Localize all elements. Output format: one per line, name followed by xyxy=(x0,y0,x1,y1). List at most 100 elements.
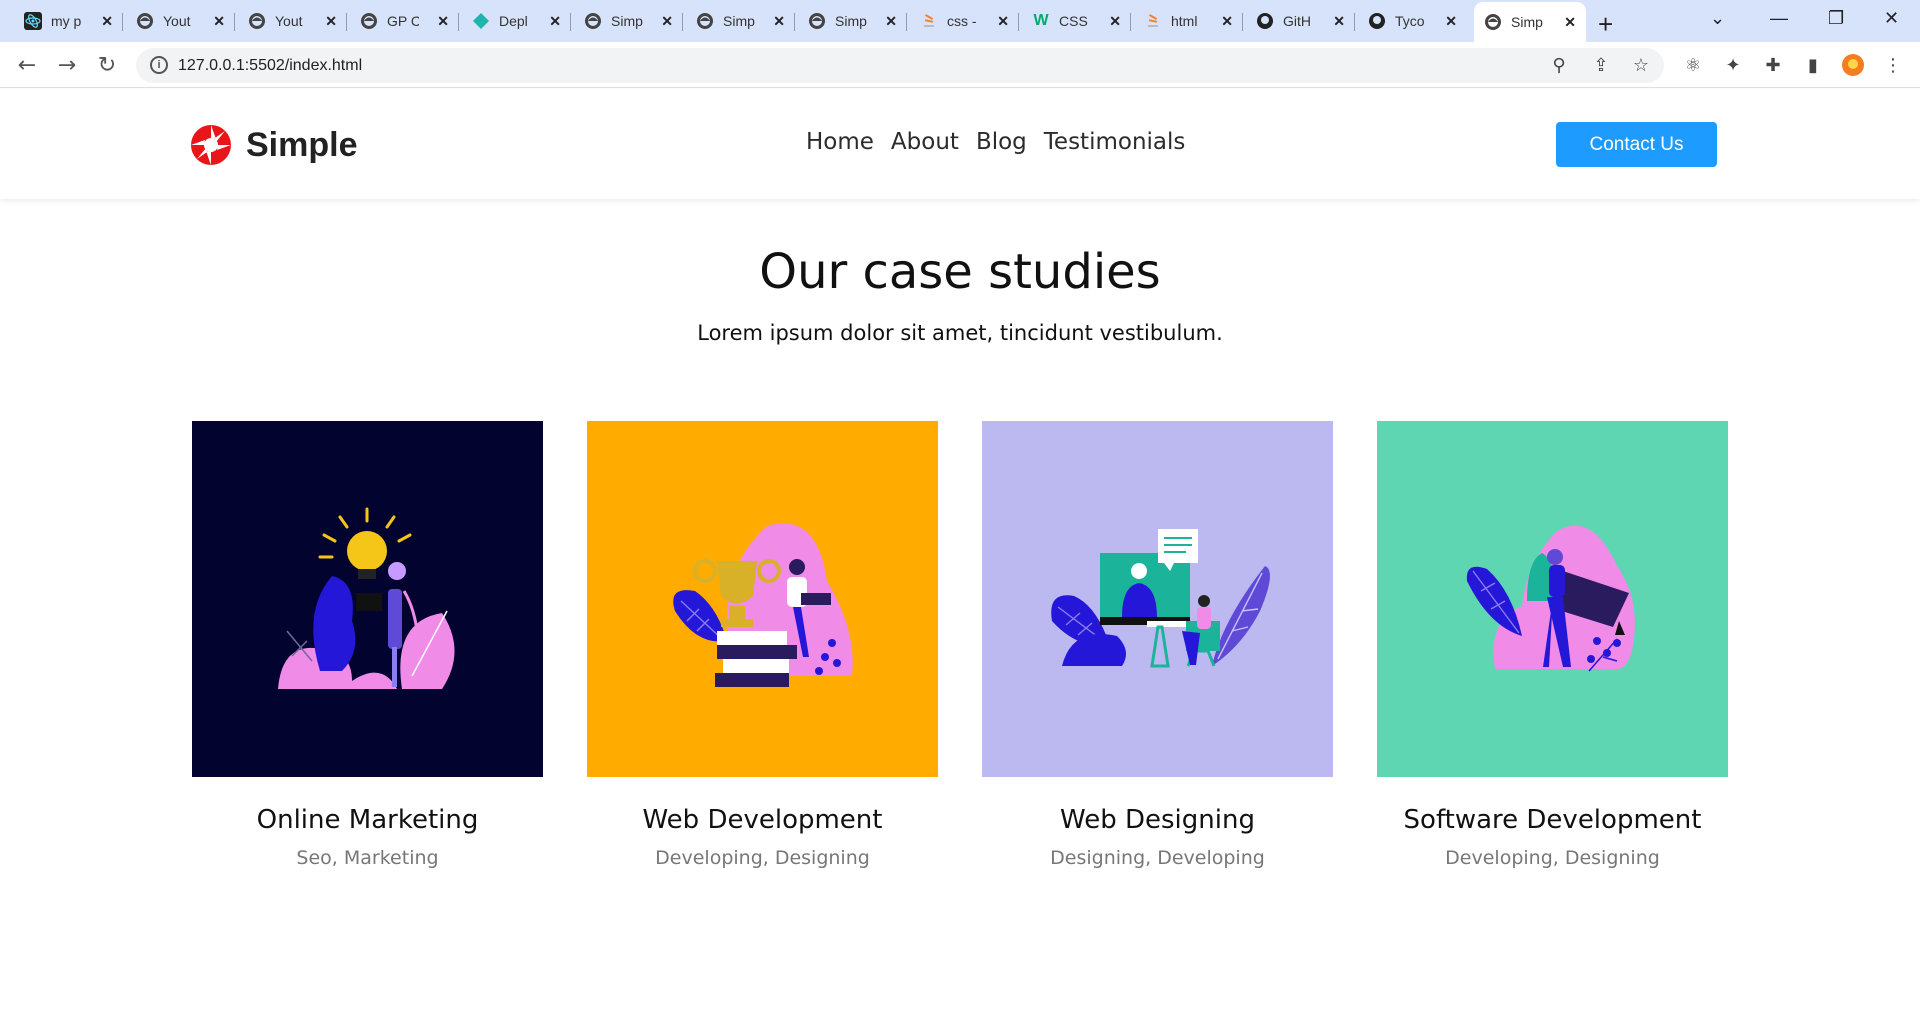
tab-title: Depl xyxy=(499,13,528,29)
case-study-card[interactable]: Software Development Developing, Designi… xyxy=(1377,421,1728,869)
tab-title: CSS xyxy=(1059,13,1088,29)
close-icon[interactable]: ✕ xyxy=(1221,13,1233,30)
site-header: Simple Home About Blog Testimonials Cont… xyxy=(0,89,1920,199)
card-image[interactable] xyxy=(587,421,938,777)
card-tags: Developing, Designing xyxy=(655,847,870,869)
browser-toolbar: ← → ↻ i 127.0.0.1:5502/index.html ⚲ ⇪ ☆ … xyxy=(0,42,1920,88)
nav-about[interactable]: About xyxy=(891,129,959,155)
site-info-icon[interactable]: i xyxy=(150,56,168,74)
shutter-logo-icon xyxy=(191,125,231,165)
zoom-icon[interactable]: ⚲ xyxy=(1546,52,1572,78)
tab-title: GP C xyxy=(387,13,419,29)
card-title[interactable]: Web Designing xyxy=(982,805,1333,835)
netlify-icon xyxy=(472,12,490,30)
tab-title: Simp xyxy=(611,13,643,29)
nav-blog[interactable]: Blog xyxy=(976,129,1027,155)
stackoverflow-icon xyxy=(920,12,938,30)
browser-tab[interactable]: Yout ✕ xyxy=(126,6,235,36)
extension-sparkle-icon[interactable]: ✦ xyxy=(1720,52,1746,78)
browser-tab[interactable]: Tyco ✕ xyxy=(1358,6,1467,36)
lightbulb-idea-illustration xyxy=(278,507,455,689)
browser-tab[interactable]: css - ✕ xyxy=(910,6,1019,36)
github-icon xyxy=(1368,12,1386,30)
extensions-puzzle-icon[interactable]: ✚ xyxy=(1760,52,1786,78)
tab-title: Yout xyxy=(275,13,303,29)
menu-kebab-icon[interactable]: ⋮ xyxy=(1880,52,1906,78)
nav-home[interactable]: Home xyxy=(806,129,874,155)
card-image[interactable] xyxy=(982,421,1333,777)
case-study-card[interactable]: Web Development Developing, Designing xyxy=(587,421,938,869)
nav-testimonials[interactable]: Testimonials xyxy=(1044,129,1186,155)
close-icon[interactable]: ✕ xyxy=(1564,14,1576,31)
close-icon[interactable]: ✕ xyxy=(997,13,1009,30)
tab-title: Simp xyxy=(835,13,867,29)
card-title[interactable]: Web Development xyxy=(587,805,938,835)
tab-title: GitH xyxy=(1283,13,1311,29)
browser-tab-strip: my p ✕ Yout ✕ Yout ✕ GP C ✕ Depl ✕ Simp … xyxy=(0,0,1920,42)
case-study-card[interactable]: Web Designing Designing, Developing xyxy=(982,421,1333,869)
browser-tab[interactable]: Depl ✕ xyxy=(462,6,571,36)
tab-title: Tyco xyxy=(1395,13,1425,29)
card-title[interactable]: Software Development xyxy=(1377,805,1728,835)
section-title: Our case studies xyxy=(759,244,1161,300)
extension-react-icon[interactable]: ⚛ xyxy=(1680,52,1706,78)
address-url[interactable]: 127.0.0.1:5502/index.html xyxy=(178,57,362,75)
reload-icon[interactable]: ↻ xyxy=(92,50,122,80)
close-window-button[interactable]: ✕ xyxy=(1884,8,1899,29)
restore-button[interactable]: ❐ xyxy=(1828,8,1844,29)
close-icon[interactable]: ✕ xyxy=(773,13,785,30)
browser-tab[interactable]: html ✕ xyxy=(1134,6,1243,36)
browser-tab[interactable]: GitH ✕ xyxy=(1246,6,1355,36)
card-tags: Designing, Developing xyxy=(1050,847,1265,869)
card-title[interactable]: Online Marketing xyxy=(192,805,543,835)
site-logo[interactable]: Simple xyxy=(190,124,357,166)
address-bar[interactable]: i 127.0.0.1:5502/index.html xyxy=(136,48,1664,83)
close-icon[interactable]: ✕ xyxy=(101,13,113,30)
browser-tab[interactable]: Simp ✕ xyxy=(574,6,683,36)
graduation-cap-illustration xyxy=(1466,525,1635,672)
w3schools-icon: W xyxy=(1033,12,1049,29)
logo-text: Simple xyxy=(246,125,358,164)
close-icon[interactable]: ✕ xyxy=(1333,13,1345,30)
back-icon[interactable]: ← xyxy=(12,50,42,80)
close-icon[interactable]: ✕ xyxy=(549,13,561,30)
browser-tab[interactable]: Simp ✕ xyxy=(798,6,907,36)
forward-icon[interactable]: → xyxy=(52,50,82,80)
main-nav: Home About Blog Testimonials xyxy=(806,129,1185,155)
case-study-card[interactable]: Online Marketing Seo, Marketing xyxy=(192,421,543,869)
browser-tab[interactable]: GP C ✕ xyxy=(350,6,459,36)
globe-icon xyxy=(808,12,826,30)
close-icon[interactable]: ✕ xyxy=(661,13,673,30)
tab-title: css - xyxy=(947,13,977,29)
browser-tab-active[interactable]: Simp ✕ xyxy=(1474,2,1586,42)
github-icon xyxy=(1256,12,1274,30)
card-image[interactable] xyxy=(192,421,543,777)
share-icon[interactable]: ⇪ xyxy=(1588,52,1614,78)
browser-tab[interactable]: my p ✕ xyxy=(14,6,123,36)
browser-tab[interactable]: Yout ✕ xyxy=(238,6,347,36)
browser-tab[interactable]: Simp ✕ xyxy=(686,6,795,36)
globe-icon xyxy=(248,12,266,30)
new-tab-button[interactable]: + xyxy=(1598,9,1613,40)
video-call-illustration xyxy=(1051,529,1270,668)
close-icon[interactable]: ✕ xyxy=(213,13,225,30)
globe-icon xyxy=(696,12,714,30)
close-icon[interactable]: ✕ xyxy=(885,13,897,30)
close-icon[interactable]: ✕ xyxy=(437,13,449,30)
close-icon[interactable]: ✕ xyxy=(1109,13,1121,30)
bookmark-star-icon[interactable]: ☆ xyxy=(1628,52,1654,78)
globe-icon xyxy=(360,12,378,30)
side-panel-icon[interactable]: ▮ xyxy=(1800,52,1826,78)
minimize-button[interactable]: — xyxy=(1770,8,1788,29)
close-icon[interactable]: ✕ xyxy=(1445,13,1457,30)
profile-avatar[interactable] xyxy=(1840,52,1866,78)
contact-us-button[interactable]: Contact Us xyxy=(1556,122,1717,167)
close-icon[interactable]: ✕ xyxy=(325,13,337,30)
globe-icon xyxy=(1484,13,1502,31)
card-image[interactable] xyxy=(1377,421,1728,777)
tab-search-icon[interactable]: ⌄ xyxy=(1710,8,1725,29)
card-tags: Developing, Designing xyxy=(1445,847,1660,869)
globe-icon xyxy=(136,12,154,30)
tab-title: Simp xyxy=(723,13,755,29)
browser-tab[interactable]: W CSS ✕ xyxy=(1022,6,1131,36)
